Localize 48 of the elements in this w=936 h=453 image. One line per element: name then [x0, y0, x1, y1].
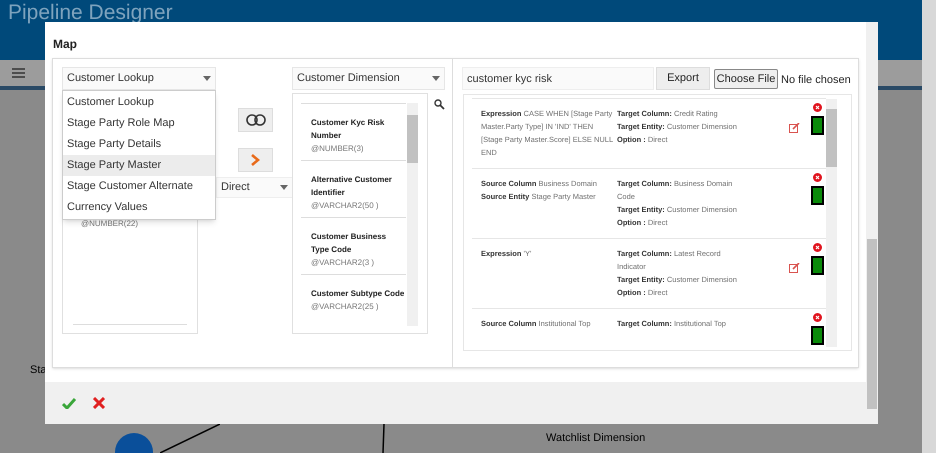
list-scrollbar[interactable] — [407, 103, 418, 326]
column-type: @NUMBER(3) — [311, 143, 364, 155]
export-button[interactable]: Export — [656, 67, 710, 90]
menu-icon[interactable] — [12, 68, 25, 78]
link-icon — [244, 114, 266, 126]
column-type: @VARCHAR2(25 ) — [311, 301, 379, 313]
app-title: Pipeline Designer — [8, 2, 173, 24]
dialog-title: Map — [52, 36, 78, 53]
connector-line — [160, 424, 220, 453]
option-select[interactable]: Direct — [216, 177, 293, 198]
dropdown-option[interactable]: Stage Party Details — [63, 134, 215, 155]
file-status: No file chosen — [781, 73, 851, 88]
column-name: Customer Business Type Code — [311, 231, 388, 256]
dropdown-option[interactable]: Stage Customer Alternate — [63, 176, 215, 197]
caret-icon — [203, 76, 211, 81]
chevron-right-icon — [251, 154, 260, 166]
target-select[interactable]: Customer Dimension — [292, 67, 445, 90]
column-name: Customer Subtype Code — [311, 288, 404, 300]
column-name: Alternative Customer Identifier — [311, 174, 393, 199]
column-type: @VARCHAR2(3 ) — [311, 257, 374, 269]
edit-icon[interactable] — [789, 123, 800, 133]
column-type: @VARCHAR2(50 ) — [311, 200, 379, 212]
delete-icon[interactable] — [813, 103, 822, 112]
page-scrollbar[interactable] — [922, 0, 936, 453]
map-button[interactable] — [238, 148, 273, 172]
list-scrollbar[interactable] — [826, 99, 837, 347]
column-name: Customer Kyc Risk Number — [311, 117, 386, 142]
dropdown-option[interactable]: Stage Party Master — [63, 155, 215, 176]
dropdown-option[interactable]: Currency Values — [63, 197, 215, 218]
dropdown-option[interactable]: Customer Lookup — [63, 92, 215, 113]
link-button[interactable] — [238, 108, 273, 132]
delete-icon[interactable] — [813, 313, 822, 322]
delete-icon[interactable] — [813, 243, 822, 252]
edit-icon[interactable] — [789, 263, 800, 273]
connector-line — [382, 424, 385, 453]
dropdown-option[interactable]: Stage Party Role Map — [63, 113, 215, 134]
caret-icon — [280, 185, 288, 190]
choose-file-button[interactable]: Choose File — [714, 69, 778, 89]
search-icon[interactable] — [434, 99, 445, 110]
dialog-scrollbar[interactable] — [866, 22, 878, 424]
search-field[interactable]: customer kyc risk — [462, 67, 654, 90]
delete-icon[interactable] — [813, 173, 822, 182]
node-label: Watchlist Dimension — [546, 431, 646, 446]
caret-icon — [432, 76, 440, 81]
column-type: @NUMBER(22) — [81, 218, 140, 230]
close-icon[interactable] — [93, 397, 105, 409]
source-select[interactable]: Customer Lookup — [62, 67, 216, 90]
confirm-icon[interactable] — [62, 398, 76, 408]
